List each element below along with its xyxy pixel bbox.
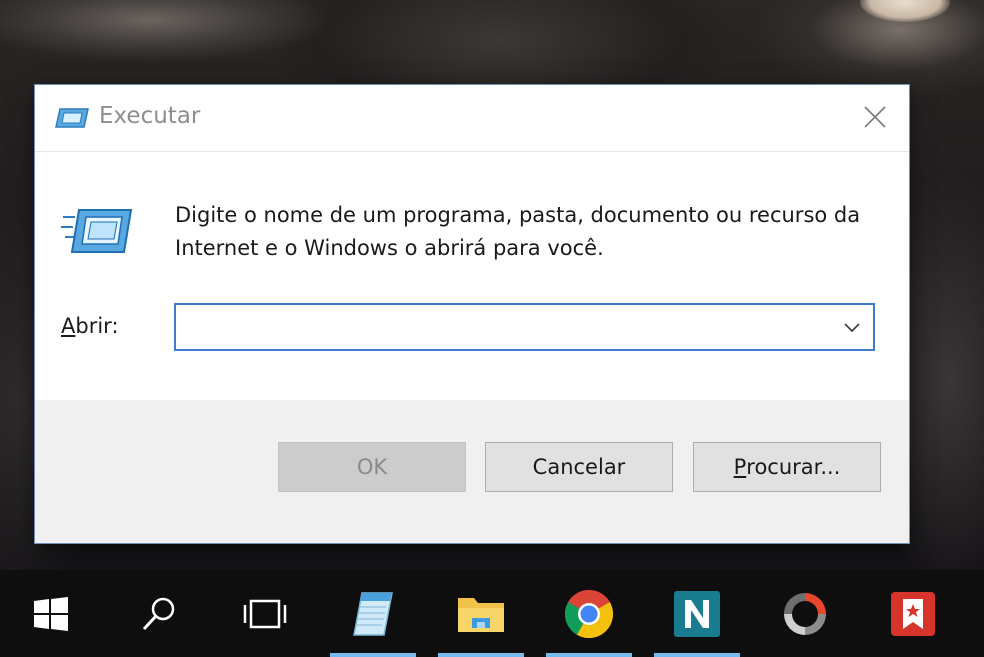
folder-icon	[458, 597, 504, 632]
wallpaper-highlight	[860, 0, 950, 22]
ok-button[interactable]: OK	[278, 442, 466, 492]
close-button[interactable]	[853, 97, 897, 137]
task-view-button[interactable]	[222, 570, 308, 657]
browse-button[interactable]: Procurar...	[693, 442, 881, 492]
notepad-active-indicator	[330, 653, 416, 657]
taskbar-bookmark-app[interactable]	[870, 570, 956, 657]
chrome-icon	[564, 589, 614, 638]
open-input[interactable]	[184, 311, 828, 345]
taskbar	[0, 570, 984, 657]
start-button[interactable]	[8, 570, 94, 657]
titlebar-divider	[35, 151, 909, 152]
run-icon	[55, 108, 89, 128]
circle-app-icon	[784, 592, 826, 635]
dialog-description: Digite o nome de um programa, pasta, doc…	[175, 203, 861, 260]
taskbar-notepad[interactable]	[330, 570, 416, 657]
run-dialog: Executar Digite o nome de um programa, p…	[35, 85, 909, 543]
explorer-active-indicator	[438, 653, 524, 657]
taskbar-chrome[interactable]	[546, 570, 632, 657]
open-label-text: brir:	[75, 314, 119, 338]
browse-button-label: rocurar...	[746, 455, 841, 479]
n-app-active-indicator	[654, 653, 740, 657]
cancel-button[interactable]: Cancelar	[485, 442, 673, 492]
run-program-icon	[61, 209, 133, 253]
dialog-titlebar[interactable]: Executar	[35, 85, 909, 151]
dialog-footer: OK Cancelar Procurar...	[35, 400, 909, 543]
open-combobox[interactable]	[174, 303, 875, 351]
notepad-icon	[353, 591, 393, 636]
windows-logo-icon	[34, 596, 68, 631]
search-button[interactable]	[116, 570, 202, 657]
taskbar-n-app[interactable]	[654, 570, 740, 657]
search-icon	[142, 597, 175, 630]
taskbar-circle-app[interactable]	[762, 570, 848, 657]
close-icon	[864, 106, 886, 128]
browse-accesskey: P	[733, 455, 747, 479]
cancel-button-label: Cancelar	[532, 455, 626, 479]
open-label: Abrir:	[61, 314, 119, 338]
chevron-down-icon	[844, 323, 860, 333]
task-view-icon	[243, 599, 287, 628]
chrome-active-indicator	[546, 653, 632, 657]
dropdown-button[interactable]	[837, 313, 867, 341]
open-label-accesskey: A	[61, 314, 76, 338]
n-app-icon	[674, 590, 720, 637]
taskbar-file-explorer[interactable]	[438, 570, 524, 657]
bookmark-app-icon	[891, 591, 935, 636]
dialog-title: Executar	[99, 103, 201, 129]
ok-button-label: OK	[356, 455, 388, 479]
